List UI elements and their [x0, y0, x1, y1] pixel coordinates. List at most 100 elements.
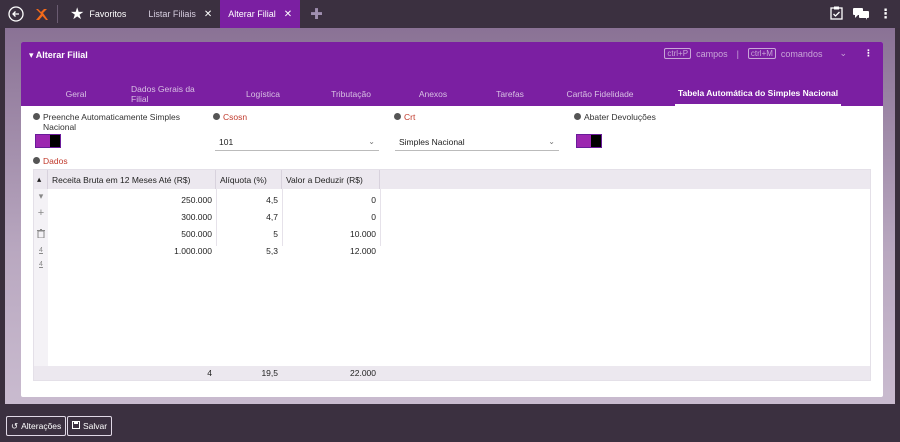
cell-aliquota[interactable]: 5 — [216, 225, 282, 242]
tab-alterar-filial-label: Alterar Filial — [228, 9, 276, 19]
panel-header: ▾ Alterar Filial ctrl+P campos | ctrl+M … — [21, 42, 883, 106]
clipboard-icon[interactable] — [830, 6, 843, 22]
preenche-toggle[interactable] — [35, 134, 61, 148]
collapse-icon[interactable]: ▾ — [36, 191, 46, 202]
row-count-icon: 4 — [39, 261, 43, 268]
row-count-icon: 4 — [39, 247, 43, 254]
tab-favoritos[interactable]: ★ Favoritos — [62, 0, 134, 28]
footer-valor-sum: 22.000 — [350, 368, 376, 378]
content-area: ▾ Alterar Filial ctrl+P campos | ctrl+M … — [5, 28, 895, 404]
top-bar: ★ Favoritos Listar Filiais ✕ Alterar Fil… — [0, 0, 900, 28]
star-icon: ★ — [70, 6, 85, 23]
tab-logistica[interactable]: Logística — [203, 82, 323, 106]
column-receita[interactable]: Receita Bruta em 12 Meses Até (R$) — [48, 170, 216, 189]
tab-listar-filiais[interactable]: Listar Filiais ✕ — [140, 0, 220, 28]
grid-gutter: ▾ + 4 4 — [34, 189, 48, 369]
sort-up-icon[interactable]: ▴ — [34, 170, 48, 189]
shortcut-label-commands[interactable]: comandos — [781, 49, 823, 59]
cell-valor-deduzir[interactable]: 0 — [282, 191, 380, 208]
csosn-select[interactable]: 101 ⌄ — [215, 133, 379, 151]
tab-tabela-simples-nacional[interactable]: Tabela Automática do Simples Nacional — [675, 82, 841, 106]
abater-label: Abater Devoluções — [574, 112, 656, 122]
cell-valor-deduzir[interactable]: 0 — [282, 208, 380, 225]
data-grid: ▴ Receita Bruta em 12 Meses Até (R$) Alí… — [33, 169, 871, 381]
tab-tarefas[interactable]: Tarefas — [487, 82, 533, 106]
cell-aliquota[interactable]: 5,3 — [216, 242, 282, 259]
toggle-knob — [50, 135, 60, 147]
chat-icon[interactable] — [853, 7, 869, 22]
info-icon — [33, 157, 40, 164]
form-panel: ▾ Alterar Filial ctrl+P campos | ctrl+M … — [21, 42, 883, 397]
tab-geral[interactable]: Geral — [21, 82, 131, 106]
crt-select[interactable]: Simples Nacional ⌄ — [395, 133, 559, 151]
grid-footer: 4 19,5 22.000 — [34, 366, 870, 380]
shortcut-key-commands: ctrl+M — [747, 48, 776, 59]
footer-aliquota-sum: 19,5 — [261, 368, 278, 378]
cell-receita[interactable]: 1.000.000 — [48, 242, 216, 259]
csosn-value: 101 — [219, 136, 234, 147]
column-aliquota[interactable]: Alíquota (%) — [216, 170, 282, 189]
csosn-label: Csosn — [213, 112, 247, 122]
add-tab-icon[interactable]: ✚ — [310, 5, 323, 23]
preenche-label-text: Preenche Automaticamente Simples Naciona… — [43, 112, 181, 132]
column-divider — [380, 189, 381, 246]
cell-receita[interactable]: 500.000 — [48, 225, 216, 242]
more-vertical-icon[interactable]: ⋮ — [864, 48, 873, 59]
cell-valor-deduzir[interactable]: 10.000 — [282, 225, 380, 242]
toggle-knob — [591, 135, 601, 147]
shortcut-separator: | — [736, 48, 739, 59]
shortcut-key-fields: ctrl+P — [664, 48, 692, 59]
cell-valor-deduzir[interactable]: 12.000 — [282, 242, 380, 259]
more-vertical-icon[interactable]: ⋮ — [879, 6, 892, 22]
chevron-down-icon: ⌄ — [368, 137, 375, 146]
cell-aliquota[interactable]: 4,5 — [216, 191, 282, 208]
preenche-label: Preenche Automaticamente Simples Naciona… — [33, 112, 183, 132]
tab-anexos[interactable]: Anexos — [379, 82, 487, 106]
save-icon — [72, 421, 80, 431]
history-icon: ↺ — [11, 420, 19, 431]
panel-title[interactable]: ▾ Alterar Filial — [29, 50, 88, 61]
info-icon — [394, 113, 401, 120]
abater-toggle[interactable] — [576, 134, 602, 148]
form-tabs: Geral Dados Gerais da Filial Logística T… — [21, 82, 883, 106]
info-icon — [213, 113, 220, 120]
dados-label: Dados — [33, 156, 68, 166]
tab-alterar-filial[interactable]: Alterar Filial ✕ — [220, 0, 301, 28]
alteracoes-button[interactable]: ↺ Alterações — [6, 416, 67, 436]
bottom-bar: ↺ Alterações Salvar — [0, 404, 900, 442]
save-button[interactable]: Salvar — [67, 416, 113, 436]
tab-tributacao[interactable]: Tributação — [323, 82, 379, 106]
crt-label: Crt — [394, 112, 415, 122]
close-icon[interactable]: ✕ — [204, 9, 212, 20]
shortcut-label-fields[interactable]: campos — [696, 49, 728, 59]
info-icon — [33, 113, 40, 120]
abater-label-text: Abater Devoluções — [584, 112, 656, 122]
cell-aliquota[interactable]: 4,7 — [216, 208, 282, 225]
tab-dados-gerais[interactable]: Dados Gerais da Filial — [131, 82, 203, 106]
dados-label-text: Dados — [43, 156, 68, 166]
collapse-icon: ▾ — [29, 50, 34, 60]
panel-shortcuts: ctrl+P campos | ctrl+M comandos ⌄ ⋮ — [664, 48, 873, 59]
close-icon[interactable]: ✕ — [284, 9, 292, 20]
panel-title-text: Alterar Filial — [35, 50, 88, 60]
cell-receita[interactable]: 250.000 — [48, 191, 216, 208]
tab-listar-filiais-label: Listar Filiais — [148, 9, 196, 19]
crt-label-text: Crt — [404, 112, 416, 122]
crt-value: Simples Nacional — [399, 136, 465, 147]
grid-header: ▴ Receita Bruta em 12 Meses Até (R$) Alí… — [34, 170, 870, 189]
tab-cartao-fidelidade[interactable]: Cartão Fidelidade — [533, 82, 667, 106]
back-icon[interactable] — [5, 3, 27, 25]
cell-receita[interactable]: 300.000 — [48, 208, 216, 225]
salvar-label: Salvar — [83, 421, 108, 431]
add-row-icon[interactable]: + — [36, 207, 46, 219]
divider — [57, 5, 58, 23]
tab-favoritos-label: Favoritos — [89, 9, 127, 19]
app-logo-icon — [31, 3, 53, 25]
info-icon — [574, 113, 581, 120]
alteracoes-label: Alterações — [21, 421, 62, 431]
footer-count: 4 — [207, 368, 212, 378]
chevron-down-icon[interactable]: ⌄ — [839, 48, 847, 59]
column-valor-deduzir[interactable]: Valor a Deduzir (R$) — [282, 170, 380, 189]
topbar-actions: ⋮ — [830, 0, 892, 28]
trash-icon[interactable] — [36, 229, 46, 240]
